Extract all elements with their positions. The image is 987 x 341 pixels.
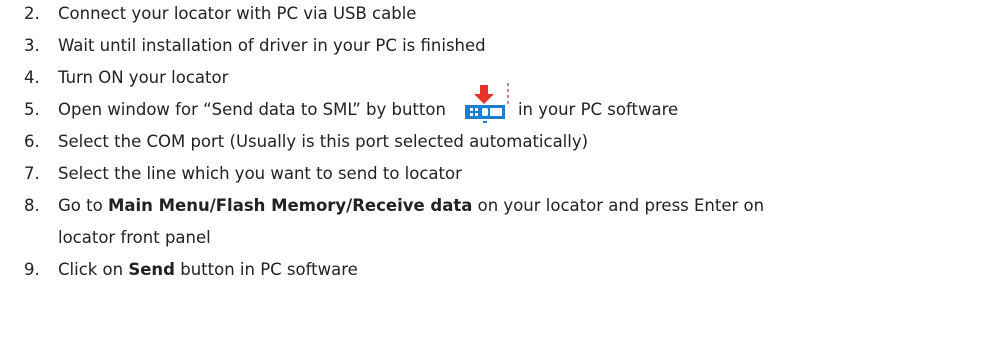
send-to-device-icon bbox=[464, 83, 512, 123]
step-text-after: in your PC software bbox=[517, 100, 679, 119]
step-text-after: on your locator and press Enter on bbox=[472, 196, 765, 215]
button-name: Send bbox=[128, 260, 175, 279]
step-text-continuation: locator front panel bbox=[58, 228, 211, 247]
step-text: Select the COM port (Usually is this por… bbox=[58, 132, 589, 151]
step-text: Turn ON your locator bbox=[58, 68, 229, 87]
step-text-before: Go to bbox=[58, 196, 108, 215]
step-number: 2. bbox=[24, 4, 40, 23]
step-text-after: button in PC software bbox=[175, 260, 358, 279]
step-text: Wait until installation of driver in you… bbox=[58, 36, 486, 55]
step-text: Open window for “Send data to SML” by bu… bbox=[58, 83, 679, 123]
step-number: 4. bbox=[24, 68, 40, 87]
instruction-list: 2. Connect your locator with PC via USB … bbox=[0, 0, 987, 341]
step-text: Go to Main Menu/Flash Memory/Receive dat… bbox=[58, 193, 764, 219]
step-number: 7. bbox=[24, 164, 40, 183]
step-text: Select the line which you want to send t… bbox=[58, 164, 462, 183]
step-number: 6. bbox=[24, 132, 40, 151]
step-number: 5. bbox=[24, 100, 40, 119]
step-number: 3. bbox=[24, 36, 40, 55]
menu-path: Main Menu/Flash Memory/Receive data bbox=[107, 196, 473, 215]
step-text-before: Open window for “Send data to SML” by bu… bbox=[58, 100, 446, 119]
step-text: Connect your locator with PC via USB cab… bbox=[58, 4, 417, 23]
step-text-before: Click on bbox=[58, 260, 129, 279]
step-number: 8. bbox=[24, 196, 40, 215]
step-number: 9. bbox=[24, 260, 40, 279]
step-text: Click on Send button in PC software bbox=[58, 257, 358, 283]
